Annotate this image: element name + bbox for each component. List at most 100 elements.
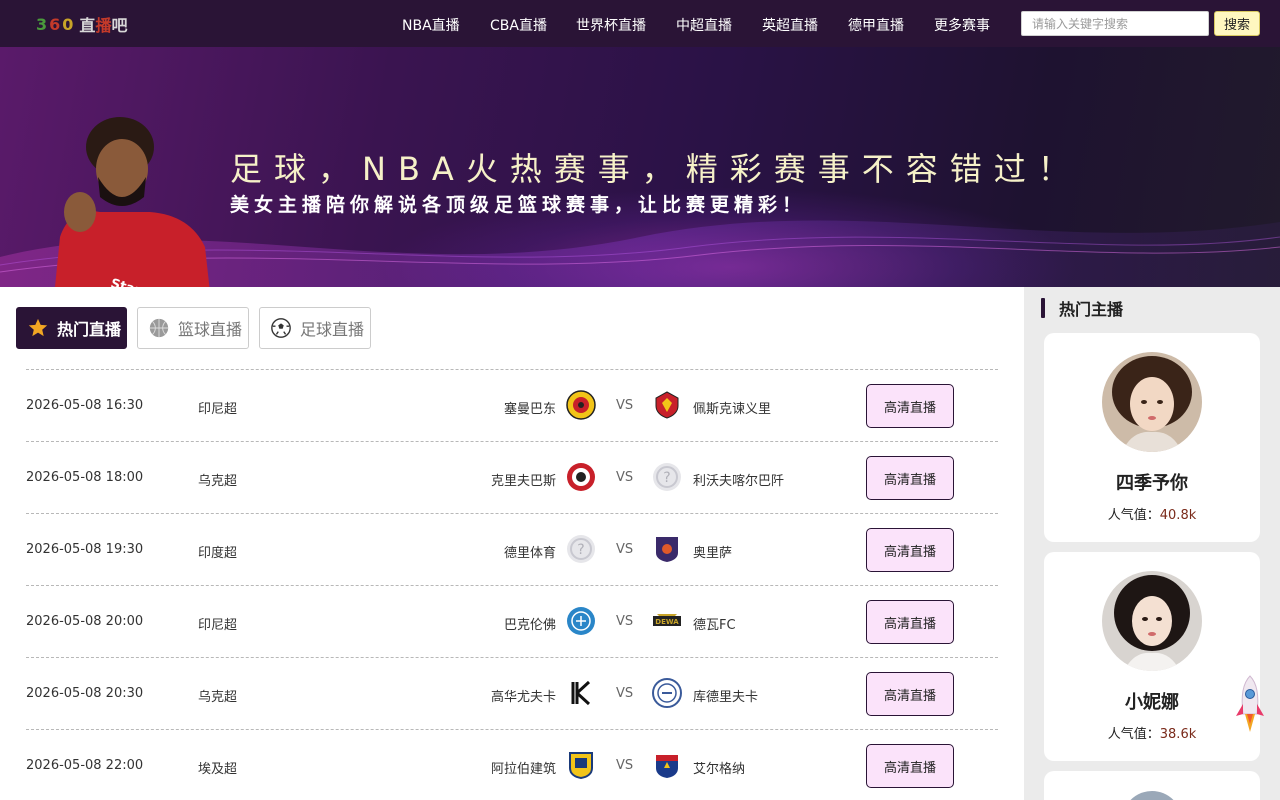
away-team-logo-icon [656, 755, 678, 778]
hd-live-button[interactable]: 高清直播 [866, 528, 954, 572]
match-time: 2026-05-08 18:00 [26, 470, 144, 485]
match-league: 印尼超 [198, 618, 238, 633]
title-accent-bar [1041, 298, 1045, 318]
match-time: 2026-05-08 16:30 [26, 398, 144, 413]
hd-live-button[interactable]: 高清直播 [866, 600, 954, 644]
home-team-name: 塞曼巴东 [503, 402, 556, 417]
streamer-card[interactable]: 四季予你 人气值：40.8k [1044, 333, 1260, 542]
hd-live-button[interactable]: 高清直播 [866, 456, 954, 500]
away-team-logo-icon: DEWA [653, 614, 681, 626]
home-team-name: 德里体育 [503, 546, 556, 561]
popularity-value: 38.6k [1159, 727, 1197, 742]
nav-cba[interactable]: CBA直播 [490, 15, 547, 35]
home-team-logo-placeholder-icon: ? [567, 535, 595, 563]
away-team-logo-icon [655, 391, 679, 419]
hd-live-button[interactable]: 高清直播 [866, 672, 954, 716]
home-team-logo-icon [567, 463, 595, 491]
nav-more[interactable]: 更多赛事 [934, 15, 990, 35]
away-team-name: 利沃夫喀尔巴阡 [693, 474, 785, 489]
match-time: 2026-05-08 22:00 [26, 758, 144, 773]
away-team-logo-placeholder-icon: ? [653, 463, 681, 491]
tab-label: 热门直播 [57, 320, 122, 339]
home-team-logo-icon [566, 390, 596, 420]
svg-text:DEWA: DEWA [655, 618, 679, 626]
streamer-popularity: 人气值：40.8k [1044, 504, 1260, 523]
streamer-popularity: 人气值：38.6k [1044, 723, 1260, 742]
logo-char: 播 [95, 16, 112, 35]
streamer-name: 小妮娜 [1125, 692, 1179, 713]
hd-live-button[interactable]: 高清直播 [866, 744, 954, 788]
logo-char: 直 [79, 16, 96, 35]
away-team-name: 奥里萨 [693, 546, 733, 561]
sidebar-title: 热门主播 [1041, 297, 1123, 319]
nav-bundesliga[interactable]: 德甲直播 [848, 15, 904, 35]
away-team-logo-icon [652, 678, 682, 708]
search-input[interactable] [1021, 11, 1209, 36]
match-list-panel: 热门直播 篮球直播 足球直播 2026-05-08 16:30 印尼超 塞曼巴东… [0, 287, 1024, 800]
home-team-name: 巴克伦佛 [503, 618, 556, 633]
sidebar-title-text: 热门主播 [1059, 300, 1124, 319]
match-row: 2026-05-08 20:30 乌克超 高华尤夫卡 VS 库德里夫卡 高清直播 [26, 657, 998, 729]
home-team-logo-icon [569, 680, 593, 706]
streamer-card[interactable]: 小妮娜 人气值：38.6k [1044, 552, 1260, 761]
match-time: 2026-05-08 20:30 [26, 686, 144, 701]
search-button[interactable]: 搜索 [1214, 11, 1260, 36]
popularity-value: 40.8k [1159, 508, 1197, 523]
banner-subtitle: 美女主播陪你解说各顶级足篮球赛事，让比赛更精彩！ [230, 194, 807, 216]
top-header: 3 6 0 直播吧 NBA直播 CBA直播 世界杯直播 中超直播 英超直播 德甲… [0, 0, 1280, 47]
match-time: 2026-05-08 19:30 [26, 542, 144, 557]
away-team-name: 佩斯克谏义里 [693, 402, 772, 417]
logo-char: 吧 [111, 16, 128, 35]
vs-label: VS [616, 614, 634, 629]
tab-label: 足球直播 [300, 320, 365, 339]
home-team-logo-icon [567, 607, 595, 635]
back-to-top-rocket-icon[interactable] [1234, 674, 1266, 736]
soccer-ball-icon [270, 317, 292, 339]
star-icon [27, 317, 49, 339]
nav-worldcup[interactable]: 世界杯直播 [576, 15, 646, 35]
vs-label: VS [616, 398, 634, 413]
match-row: 2026-05-08 22:00 埃及超 阿拉伯建筑 VS 艾尔格纳 高清直播 [26, 729, 998, 800]
nav-csl[interactable]: 中超直播 [676, 15, 732, 35]
tab-hot-live[interactable]: 热门直播 [16, 307, 127, 349]
match-league: 乌克超 [198, 690, 238, 705]
vs-label: VS [616, 686, 634, 701]
match-row: 2026-05-08 19:30 印度超 德里体育 ? VS 奥里萨 高清直播 [26, 513, 998, 585]
home-team-name: 克里夫巴斯 [490, 474, 556, 489]
logo-digit: 0 [62, 14, 76, 34]
avatar [1102, 571, 1202, 671]
home-team-name: 高华尤夫卡 [490, 690, 556, 705]
away-team-name: 艾尔格纳 [693, 762, 746, 777]
hero-banner: 足球，NBA火热赛事，精彩赛事不容错过！ 美女主播陪你解说各顶级足篮球赛事，让比… [0, 47, 1280, 287]
home-team-logo-icon [569, 752, 593, 780]
nav-epl[interactable]: 英超直播 [762, 15, 818, 35]
svg-text:?: ? [577, 542, 584, 558]
avatar [1102, 352, 1202, 452]
basketball-icon [148, 317, 170, 339]
logo-digit: 3 [36, 14, 50, 34]
away-team-name: 库德里夫卡 [693, 690, 759, 705]
svg-text:?: ? [663, 470, 670, 486]
logo-digit: 6 [49, 14, 63, 34]
popularity-label: 人气值： [1107, 727, 1160, 742]
vs-label: VS [616, 758, 634, 773]
popularity-label: 人气值： [1107, 508, 1160, 523]
banner-title: 足球，NBA火热赛事，精彩赛事不容错过！ [230, 150, 1082, 188]
match-time: 2026-05-08 20:00 [26, 614, 144, 629]
match-league: 埃及超 [198, 762, 238, 777]
site-logo[interactable]: 3 6 0 直播吧 [36, 13, 128, 36]
match-row: 2026-05-08 20:00 印尼超 巴克伦佛 VS DEWA 德瓦FC 高… [26, 585, 998, 657]
avatar [1122, 791, 1182, 800]
nav-nba[interactable]: NBA直播 [402, 15, 460, 35]
tab-basketball[interactable]: 篮球直播 [137, 307, 249, 349]
match-league: 印度超 [198, 546, 238, 561]
away-team-logo-icon [656, 537, 678, 562]
tab-label: 篮球直播 [178, 320, 243, 339]
hd-live-button[interactable]: 高清直播 [866, 384, 954, 428]
away-team-name: 德瓦FC [693, 618, 736, 633]
player-illustration: Standard Chartered [55, 117, 210, 287]
tab-football[interactable]: 足球直播 [259, 307, 371, 349]
streamer-card[interactable] [1044, 771, 1260, 800]
match-row: 2026-05-08 18:00 乌克超 克里夫巴斯 VS ? 利沃夫喀尔巴阡 … [26, 441, 998, 513]
vs-label: VS [616, 542, 634, 557]
